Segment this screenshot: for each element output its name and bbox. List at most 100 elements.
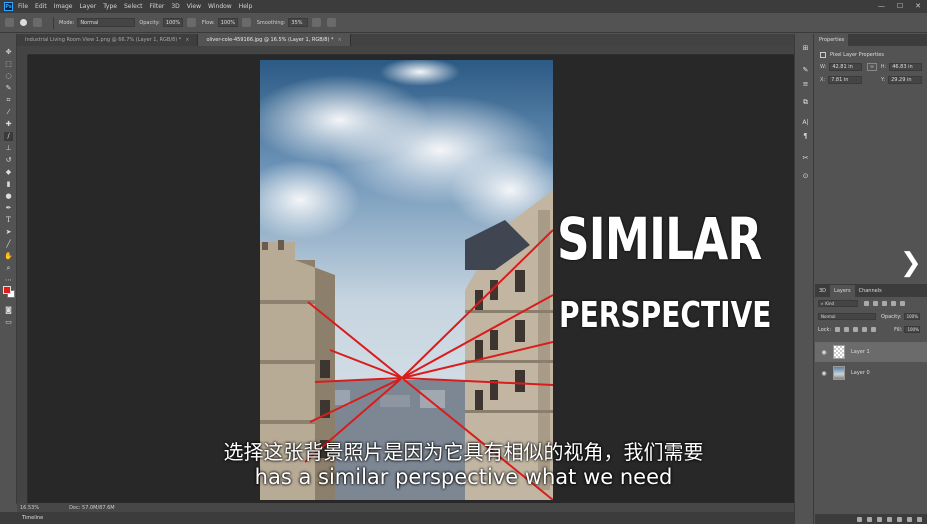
pressure-opacity-icon[interactable] [186, 18, 196, 27]
blend-mode-select[interactable]: Normal [818, 313, 876, 320]
filter-smart-icon[interactable] [900, 301, 905, 306]
timeline-tab[interactable]: Timeline [22, 515, 43, 521]
brush-size-icon[interactable] [20, 19, 27, 26]
eraser-tool-icon[interactable]: ◆ [4, 168, 13, 177]
quick-mask-icon[interactable]: ◙ [4, 306, 13, 315]
kind-filter-select[interactable]: ⌕ Kind [818, 300, 858, 307]
close-tab-icon[interactable]: × [338, 37, 342, 43]
document-photo[interactable] [260, 60, 553, 500]
crop-tool-icon[interactable]: ⌗ [4, 96, 13, 105]
lock-artboard-icon[interactable] [862, 327, 868, 332]
menu-help[interactable]: Help [239, 3, 253, 10]
foreground-color-swatch[interactable] [3, 286, 11, 294]
filter-adjustment-icon[interactable] [873, 301, 878, 306]
layer-opacity-field[interactable]: 100% [903, 313, 920, 320]
menu-file[interactable]: File [18, 3, 28, 10]
tab-channels[interactable]: Channels [855, 285, 886, 297]
lock-all-icon[interactable] [871, 327, 877, 332]
new-group-icon[interactable] [897, 516, 902, 522]
maximize-icon[interactable]: ☐ [897, 2, 903, 10]
close-tab-icon[interactable]: × [185, 37, 189, 43]
tab-3d[interactable]: 3D [815, 285, 830, 297]
next-slide-arrow-icon[interactable]: ❯ [900, 250, 922, 276]
filter-pixel-icon[interactable] [864, 301, 869, 306]
tab-layers[interactable]: Layers [830, 285, 855, 297]
new-layer-icon[interactable] [907, 516, 912, 522]
opacity-field[interactable]: 100% [162, 18, 183, 27]
mode-select[interactable]: Normal [77, 18, 136, 27]
paragraph-panel-icon[interactable]: ¶ [801, 132, 810, 141]
height-field[interactable]: 46.83 in [889, 63, 922, 71]
menu-filter[interactable]: Filter [150, 3, 165, 10]
airbrush-icon[interactable] [241, 18, 251, 27]
pen-tool-icon[interactable]: ✒ [4, 204, 13, 213]
layer-row-layer1[interactable]: ◉ Layer 1 [815, 342, 927, 362]
add-mask-icon[interactable] [877, 516, 882, 522]
gear-icon[interactable] [312, 18, 322, 27]
lasso-tool-icon[interactable]: ◌ [4, 72, 13, 81]
y-field[interactable]: 29.29 in [888, 76, 923, 84]
history-brush-icon[interactable]: ↺ [4, 156, 13, 165]
gradient-tool-icon[interactable]: ▮ [4, 180, 13, 189]
tools-options-icon[interactable]: ✂ [801, 154, 810, 163]
width-field[interactable]: 42.81 in [829, 63, 863, 71]
libraries-panel-icon[interactable]: ⊙ [801, 172, 810, 181]
screen-mode-icon[interactable]: ▭ [4, 318, 13, 327]
visibility-eye-icon[interactable]: ◉ [819, 349, 829, 356]
smoothing-field[interactable]: 35% [288, 18, 309, 27]
menu-type[interactable]: Type [103, 3, 117, 10]
visibility-eye-icon[interactable]: ◉ [819, 370, 829, 377]
adjustments-panel-icon[interactable]: ≡ [801, 80, 810, 89]
brush-tool-preset-icon[interactable] [5, 18, 14, 27]
fx-icon[interactable] [867, 516, 872, 522]
close-icon[interactable]: ✕ [915, 2, 921, 10]
history-panel-icon[interactable]: ⊞ [801, 44, 810, 53]
doc-size[interactable]: Doc: 57.0M/87.6M [69, 505, 115, 511]
more-tools-icon[interactable]: ⋯ [4, 276, 13, 285]
menu-window[interactable]: Window [208, 3, 232, 10]
brush-settings-icon[interactable] [33, 18, 42, 27]
link-icon[interactable]: ∞ [867, 63, 877, 71]
brush-tool-icon[interactable]: ∕ [4, 132, 13, 141]
lock-position-icon[interactable] [853, 327, 859, 332]
filter-type-icon[interactable] [882, 301, 887, 306]
link-layers-icon[interactable] [857, 516, 862, 522]
menu-3d[interactable]: 3D [171, 3, 179, 10]
menu-view[interactable]: View [187, 3, 201, 10]
healing-tool-icon[interactable]: ✚ [4, 120, 13, 129]
marquee-tool-icon[interactable]: ⬚ [4, 60, 13, 69]
trash-icon[interactable] [917, 516, 922, 522]
clone-source-icon[interactable]: ⧉ [801, 98, 810, 107]
stamp-tool-icon[interactable]: ⊥ [4, 144, 13, 153]
layer-row-layer0[interactable]: ◉ Layer 0 [815, 363, 927, 383]
lock-pixels-icon[interactable] [835, 327, 841, 332]
tab-properties[interactable]: Properties [815, 34, 849, 46]
path-select-icon[interactable]: ➤ [4, 228, 13, 237]
menu-edit[interactable]: Edit [35, 3, 47, 10]
horizontal-ruler[interactable] [28, 46, 794, 55]
pressure-size-icon[interactable] [327, 18, 337, 27]
menu-layer[interactable]: Layer [79, 3, 96, 10]
quick-select-tool-icon[interactable]: ✎ [4, 84, 13, 93]
tab-oliver-cole[interactable]: oliver-cole-459166.jpg @ 16.5% (Layer 1,… [198, 34, 351, 46]
type-tool-icon[interactable]: T [4, 216, 13, 225]
brush-panel-icon[interactable]: ✎ [801, 66, 810, 75]
minimize-icon[interactable]: — [878, 2, 885, 10]
character-panel-icon[interactable]: A| [801, 118, 810, 127]
dodge-tool-icon[interactable]: ● [4, 192, 13, 201]
zoom-level[interactable]: 16.53% [20, 505, 39, 511]
lock-paint-icon[interactable] [844, 327, 850, 332]
adjustment-layer-icon[interactable] [887, 516, 892, 522]
tab-industrial-living-room[interactable]: Industrial Living Room View 1.png @ 66.7… [17, 34, 199, 46]
zoom-tool-icon[interactable]: ⌕ [4, 264, 13, 273]
fill-field[interactable]: 100% [904, 326, 921, 333]
move-tool-icon[interactable]: ✥ [4, 48, 13, 57]
hand-tool-icon[interactable]: ✋ [4, 252, 13, 261]
menu-image[interactable]: Image [54, 3, 73, 10]
menu-select[interactable]: Select [124, 3, 143, 10]
filter-shape-icon[interactable] [891, 301, 896, 306]
eyedropper-tool-icon[interactable]: ⁄ [4, 108, 13, 117]
x-field[interactable]: 7.81 in [828, 76, 863, 84]
flow-field[interactable]: 100% [217, 18, 238, 27]
line-tool-icon[interactable]: ╱ [4, 240, 13, 249]
